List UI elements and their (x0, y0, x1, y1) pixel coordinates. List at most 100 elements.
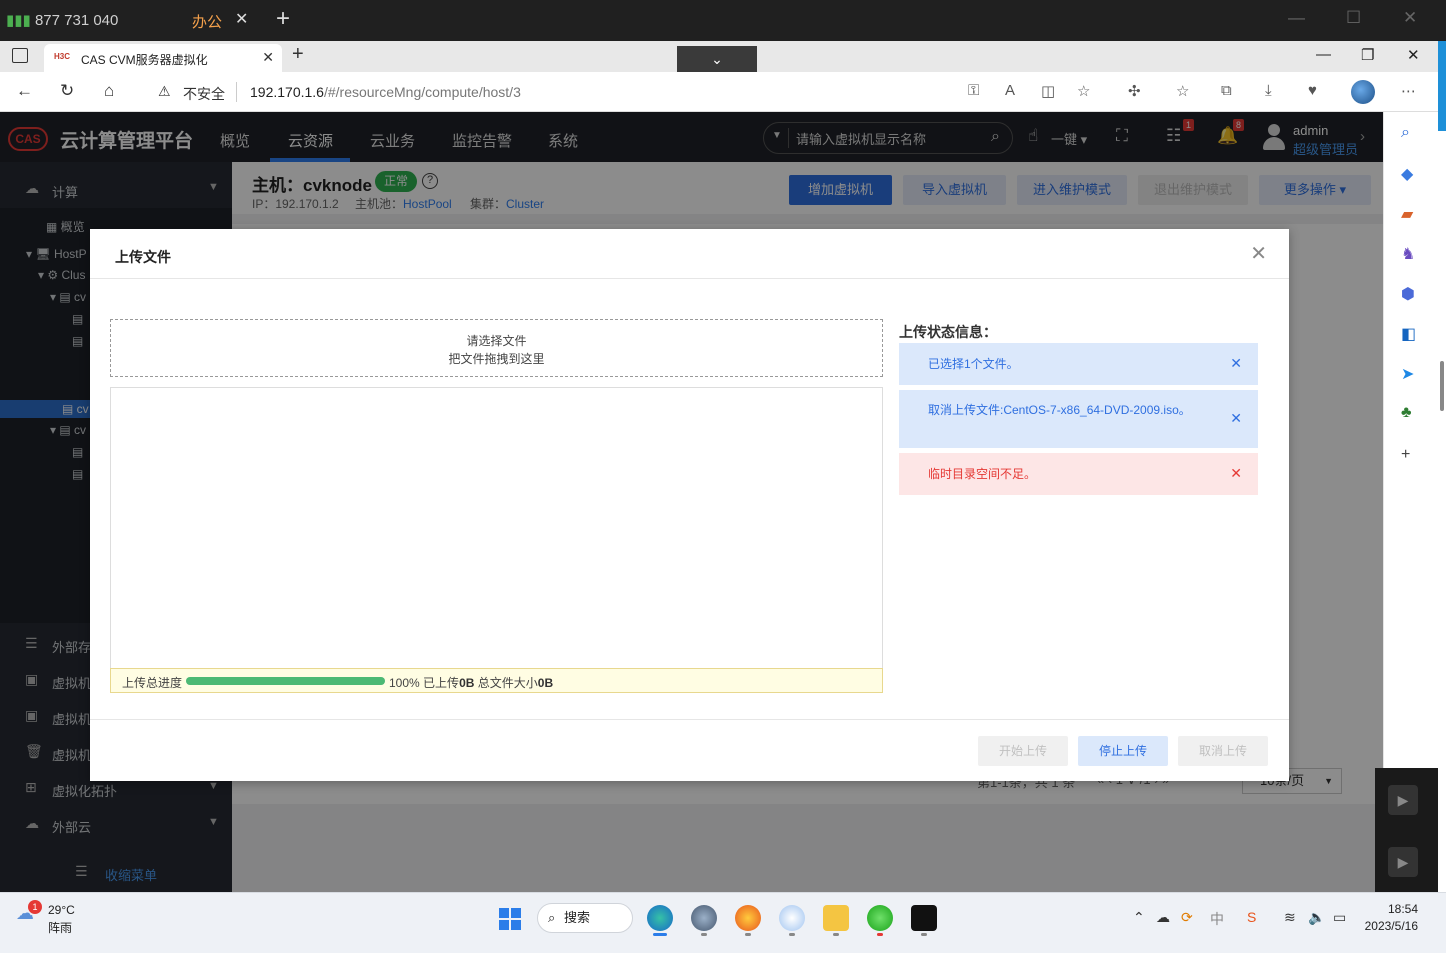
collections-icon[interactable]: ⧉ (1221, 82, 1232, 99)
clock-time[interactable]: 18:54 (1378, 902, 1418, 916)
tab-close-icon[interactable]: ✕ (262, 49, 274, 66)
edge-app-icon[interactable] (647, 905, 673, 931)
running-app-indicator (921, 933, 927, 936)
uploaded-label: 已上传 (423, 676, 460, 690)
window-close-icon[interactable]: ✕ (1403, 8, 1417, 28)
read-aloud-icon[interactable]: A (1005, 82, 1015, 99)
error-message-text: 临时目录空间不足。 (928, 467, 1037, 481)
add-icon[interactable]: + (1401, 446, 1410, 464)
ime-icon[interactable]: 中 (1210, 909, 1224, 929)
dismiss-icon[interactable]: ✕ (1230, 465, 1242, 482)
running-app-indicator (877, 933, 883, 936)
wechat-app-icon[interactable] (867, 905, 893, 931)
start-button[interactable] (499, 908, 521, 930)
progress-fill (186, 677, 385, 685)
tray-chevron-up-icon[interactable]: ⌃ (1133, 909, 1145, 926)
remote-control-icon[interactable]: ▶ (1388, 785, 1418, 815)
settings-app-icon[interactable] (691, 905, 717, 931)
tree-icon[interactable]: ♣ (1401, 404, 1412, 422)
close-icon[interactable]: ✕ (1250, 241, 1267, 266)
toolbox-icon[interactable]: ▰ (1401, 204, 1413, 224)
url-text[interactable]: 192.170.1.6/#/resourceMng/compute/host/3 (250, 84, 521, 100)
maximize-icon[interactable]: ☐ (1346, 8, 1361, 28)
running-app-indicator (701, 933, 707, 936)
progress-track (186, 677, 385, 685)
security-label[interactable]: 不安全 (183, 84, 225, 104)
battery-icon[interactable]: ▭ (1333, 909, 1346, 926)
split-screen-icon[interactable]: ◫ (1041, 82, 1055, 100)
back-icon[interactable]: ← (16, 81, 33, 101)
download-icon[interactable]: ⤓ (1265, 82, 1272, 99)
stop-upload-button[interactable]: 停止上传 (1078, 736, 1168, 766)
start-upload-button[interactable]: 开始上传 (978, 736, 1068, 766)
new-tab-button[interactable]: + (292, 43, 304, 66)
profile-avatar[interactable] (1351, 80, 1375, 104)
running-app-indicator (745, 933, 751, 936)
home-icon[interactable]: ⌂ (104, 81, 114, 101)
favorites-icon[interactable]: ☆ (1176, 82, 1189, 100)
browser-minimize-icon[interactable]: — (1316, 46, 1331, 63)
app-tray-icon[interactable]: Ѕ (1247, 909, 1256, 925)
games-icon[interactable]: ♞ (1401, 244, 1415, 264)
volume-icon[interactable]: 🔈 (1308, 909, 1325, 926)
tab-title: CAS CVM服务器虚拟化 (81, 53, 208, 67)
drop-icon[interactable]: ➤ (1401, 364, 1414, 384)
app-icon[interactable] (779, 905, 805, 931)
key-icon[interactable]: ⚿ (968, 82, 979, 99)
remote-session-bar: ▮▮▮ 877 731 040 办公 ✕ + — ☐ ✕ (0, 0, 1446, 41)
progress-percent: 100% (389, 676, 420, 690)
scrollbar-thumb[interactable] (1440, 361, 1444, 411)
browser-restore-icon[interactable]: ❐ (1361, 46, 1374, 64)
onedrive-icon[interactable]: ☁ (1156, 909, 1170, 926)
tab-actions-icon[interactable] (12, 48, 28, 63)
new-session-button[interactable]: + (276, 5, 290, 33)
progress-text: 100% 已上传0B 总文件大小0B (389, 674, 553, 691)
weather-temp[interactable]: 29°C (48, 903, 75, 917)
windows-taskbar: ☁ 1 29°C 阵雨 ⌕ 搜索 ⌃ ☁ ⟳ 中 Ѕ ≋ 🔈 ▭ 18:54 20… (0, 892, 1446, 953)
weather-badge: 1 (28, 900, 42, 914)
connection-id-text: 877 731 040 (34, 12, 119, 29)
browser-close-icon[interactable]: ✕ (1407, 46, 1420, 64)
wifi-icon[interactable]: ≋ (1284, 909, 1296, 926)
more-icon[interactable]: ⋯ (1401, 82, 1416, 100)
clock-date[interactable]: 2023/5/16 (1358, 919, 1418, 933)
favicon-icon: H3C (54, 52, 71, 61)
url-host: 192.170.1.6 (250, 84, 324, 100)
url-path: /#/resourceMng/compute/host/3 (323, 84, 521, 100)
uploaded-value: 0B (459, 676, 475, 690)
remote-side-controls: ▶ ▶ (1375, 768, 1438, 892)
session-tab[interactable]: 办公 (192, 11, 222, 32)
dismiss-icon[interactable]: ✕ (1230, 355, 1242, 372)
weather-condition[interactable]: 阵雨 (48, 919, 72, 936)
firefox-app-icon[interactable] (735, 905, 761, 931)
search-icon: ⌕ (548, 910, 556, 925)
extensions-icon[interactable]: ✣ (1128, 82, 1141, 100)
remote-control-icon[interactable]: ▶ (1388, 847, 1418, 877)
sync-icon[interactable]: ⟳ (1181, 909, 1193, 926)
active-app-indicator (653, 933, 667, 936)
file-explorer-icon[interactable] (823, 905, 849, 931)
shopping-tag-icon[interactable]: ◆ (1401, 164, 1413, 184)
terminal-app-icon[interactable] (911, 905, 937, 931)
file-drop-zone[interactable]: 请选择文件 把文件拖拽到这里 (110, 319, 883, 377)
minimize-icon[interactable]: — (1288, 8, 1305, 28)
total-label: 总文件大小 (477, 676, 538, 690)
total-value: 0B (537, 676, 554, 690)
search-icon[interactable]: ⌕ (1401, 124, 1410, 142)
error-message: 临时目录空间不足。 ✕ (899, 453, 1258, 495)
select-file-label: 请选择文件 (466, 334, 527, 348)
favorite-add-icon[interactable]: ☆ (1077, 82, 1090, 100)
health-icon[interactable]: ♥ (1308, 82, 1317, 99)
outlook-icon[interactable]: ◧ (1401, 324, 1416, 344)
status-message: 取消上传文件:CentOS-7-x86_64-DVD-2009.iso。 ✕ (899, 390, 1258, 448)
dismiss-icon[interactable]: ✕ (1230, 410, 1242, 427)
browser-tab[interactable]: H3C CAS CVM服务器虚拟化 ✕ (44, 44, 282, 72)
window-scrollbar[interactable] (1438, 41, 1446, 892)
microsoft-365-icon[interactable]: ⬢ (1401, 284, 1415, 304)
scrollbar-top-region (1438, 41, 1446, 131)
refresh-icon[interactable]: ↻ (60, 81, 74, 101)
cancel-upload-button[interactable]: 取消上传 (1178, 736, 1268, 766)
warning-icon[interactable]: ⚠ (158, 83, 171, 100)
session-close-icon[interactable]: ✕ (235, 9, 248, 29)
taskbar-search[interactable]: ⌕ 搜索 (537, 903, 633, 933)
